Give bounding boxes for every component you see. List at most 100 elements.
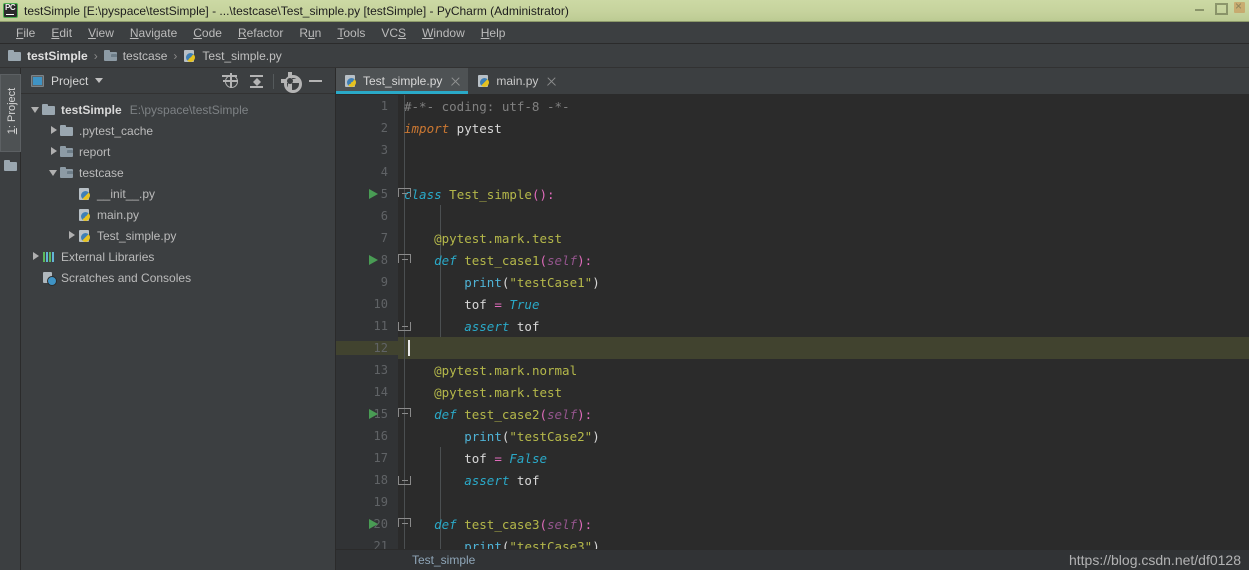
tree-item-test-simple-py[interactable]: Test_simple.py [21, 225, 336, 246]
fold-marker-icon[interactable] [398, 254, 411, 263]
code-line-4[interactable]: 4 [336, 161, 1249, 183]
tab-close-icon[interactable] [450, 76, 461, 87]
code-line-15[interactable]: 15 def test_case2(self): [336, 403, 1249, 425]
code-line-16[interactable]: 16 print("testCase2") [336, 425, 1249, 447]
project-tree: testSimple E:\pyspace\testSimple .pytest_c… [21, 94, 336, 570]
code-line-11[interactable]: 11 assert tof [336, 315, 1249, 337]
menu-item-code[interactable]: Code [185, 22, 230, 44]
code-line-8[interactable]: 8 def test_case1(self): [336, 249, 1249, 271]
menu-item-refactor[interactable]: Refactor [230, 22, 291, 44]
tree-item-label: .pytest_cache [79, 123, 154, 138]
breadcrumb-item-testsimple[interactable]: testSimple [8, 49, 88, 63]
twisty-open-icon[interactable] [47, 162, 60, 183]
editor-tab-main-py[interactable]: main.py [469, 68, 566, 94]
tree-item-external-libraries[interactable]: External Libraries [21, 246, 336, 267]
code-line-9[interactable]: 9 print("testCase1") [336, 271, 1249, 293]
locate-icon[interactable] [218, 68, 244, 94]
menu-item-run[interactable]: Run [291, 22, 329, 44]
tree-item-testcase[interactable]: testcase [21, 162, 336, 183]
tree-item--pytest-cache[interactable]: .pytest_cache [21, 120, 336, 141]
breadcrumb-item-testcase[interactable]: testcase [103, 49, 167, 63]
line-number: 20 [373, 517, 388, 531]
menu-item-tools[interactable]: Tools [329, 22, 373, 44]
code-line-3[interactable]: 3 [336, 139, 1249, 161]
code-text: print("testCase3") [464, 538, 600, 550]
twisty-closed-icon[interactable] [47, 120, 60, 141]
run-gutter-icon[interactable] [369, 409, 378, 419]
code-line-20[interactable]: 20 def test_case3(self): [336, 513, 1249, 535]
code-line-18[interactable]: 18 assert tof [336, 469, 1249, 491]
collapse-all-icon[interactable] [244, 68, 270, 94]
run-gutter-icon[interactable] [369, 189, 378, 199]
menu-item-edit[interactable]: Edit [43, 22, 80, 44]
menu-item-vcs[interactable]: VCS [373, 22, 414, 44]
run-gutter-icon[interactable] [369, 255, 378, 265]
editor-area: Test_simple.py main.py 1 #-*- coding: utf-… [336, 68, 1249, 570]
fold-marker-icon[interactable] [398, 518, 411, 527]
sidebar-item-project-tab[interactable]: 1: Project [0, 74, 21, 152]
fold-marker-icon[interactable] [398, 188, 411, 197]
menu-item-view[interactable]: View [80, 22, 122, 44]
code-text: import pytest [404, 120, 502, 136]
menu-item-navigate[interactable]: Navigate [122, 22, 185, 44]
minimize-icon[interactable] [1194, 2, 1205, 13]
code-line-10[interactable]: 10 tof = True [336, 293, 1249, 315]
tree-item-report[interactable]: report [21, 141, 336, 162]
scratch-icon [42, 271, 57, 286]
line-number: 12 [336, 341, 398, 355]
maximize-icon[interactable] [1214, 2, 1228, 15]
python-file-icon [183, 49, 197, 63]
folder-src-icon [103, 49, 118, 63]
fold-marker-icon[interactable] [398, 476, 411, 485]
project-panel-header: Project [21, 68, 335, 94]
code-line-21[interactable]: 21 print("testCase3") [336, 535, 1249, 550]
fold-marker-icon[interactable] [398, 408, 411, 417]
code-line-12[interactable]: 12 [336, 337, 1249, 359]
code-line-14[interactable]: 14 @pytest.mark.test [336, 381, 1249, 403]
menu-item-file[interactable]: File [8, 22, 43, 44]
code-line-5[interactable]: 5 class Test_simple(): [336, 183, 1249, 205]
code-text: print("testCase1") [464, 274, 600, 290]
chevron-down-icon[interactable] [95, 78, 104, 83]
editor-tab-label: Test_simple.py [363, 74, 443, 88]
code-line-6[interactable]: 6 [336, 205, 1249, 227]
code-line-2[interactable]: 2 import pytest [336, 117, 1249, 139]
twisty-closed-icon[interactable] [65, 225, 78, 246]
code-editor[interactable]: 1 #-*- coding: utf-8 -*- 2 import pytest 3 4 5… [336, 95, 1249, 549]
breadcrumb-label: Test_simple.py [202, 48, 282, 63]
code-line-19[interactable]: 19 [336, 491, 1249, 513]
tree-item-testsimple[interactable]: testSimple E:\pyspace\testSimple [21, 99, 336, 120]
close-icon[interactable] [1234, 0, 1245, 13]
line-number: 1 [380, 99, 388, 113]
editor-tab-test-simple-py[interactable]: Test_simple.py [336, 68, 470, 94]
project-panel: Project testSimple E:\pyspace\testSimple.… [21, 68, 336, 570]
code-text: #-*- coding: utf-8 -*- [404, 98, 570, 114]
tab-close-icon[interactable] [546, 76, 557, 87]
twisty-closed-icon[interactable] [47, 141, 60, 162]
menu-bar: File Edit View Navigate Code Refactor Run Tools… [0, 22, 1249, 44]
run-gutter-icon[interactable] [369, 519, 378, 529]
fold-marker-icon[interactable] [398, 322, 411, 331]
line-number: 2 [380, 121, 388, 135]
menu-item-help[interactable]: Help [473, 22, 514, 44]
window-title: testSimple [E:\pyspace\testSimple] - ...… [24, 3, 569, 18]
gear-icon[interactable] [277, 68, 303, 94]
twisty-open-icon[interactable] [29, 99, 42, 120]
hide-icon[interactable] [303, 68, 329, 94]
title-bar: testSimple [E:\pyspace\testSimple] - ...… [0, 0, 1249, 22]
tree-item-scratches-and-consoles[interactable]: Scratches and Consoles [21, 267, 336, 288]
menu-item-window[interactable]: Window [414, 22, 473, 44]
folder-icon [60, 124, 74, 138]
tree-item-main-py[interactable]: main.py [21, 204, 336, 225]
window-controls [1194, 0, 1245, 15]
tree-item---init---py[interactable]: __init__.py [21, 183, 336, 204]
breadcrumb-item-test-simple-py[interactable]: Test_simple.py [183, 48, 282, 63]
code-line-17[interactable]: 17 tof = False [336, 447, 1249, 469]
code-line-13[interactable]: 13 @pytest.mark.normal [336, 359, 1249, 381]
line-number: 13 [373, 363, 388, 377]
twisty-closed-icon[interactable] [29, 246, 42, 267]
code-line-7[interactable]: 7 @pytest.mark.test [336, 227, 1249, 249]
code-line-1[interactable]: 1 #-*- coding: utf-8 -*- [336, 95, 1249, 117]
folder-icon [42, 103, 56, 117]
